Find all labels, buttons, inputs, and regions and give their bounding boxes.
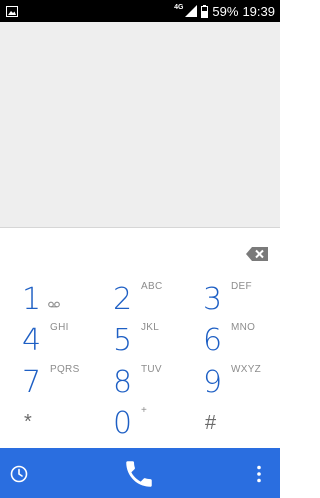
key-7[interactable]: 7 PQRS <box>22 363 114 403</box>
key-star[interactable]: * <box>24 402 116 442</box>
dialed-digits-field[interactable] <box>0 22 280 228</box>
key-3[interactable]: 3 DEF <box>203 280 295 320</box>
signal-icon <box>185 5 198 17</box>
clock-icon[interactable] <box>10 465 28 483</box>
more-vert-icon[interactable] <box>256 465 262 483</box>
key-letters: PQRS <box>50 364 80 375</box>
key-9[interactable]: 9 WXYZ <box>203 363 295 403</box>
key-digit: 0 <box>113 406 133 441</box>
status-bar: 4G 59% 19:39 <box>0 0 280 22</box>
key-5[interactable]: 5 JKL <box>113 321 205 361</box>
key-4[interactable]: 4 GHI <box>22 321 114 361</box>
key-letters: + <box>141 405 147 416</box>
key-digit: * <box>24 411 32 433</box>
key-2[interactable]: 2 ABC <box>113 280 205 320</box>
key-letters: MNO <box>231 322 256 333</box>
network-type-label: 4G <box>174 3 184 11</box>
key-letters: DEF <box>231 281 252 292</box>
battery-icon <box>201 4 209 18</box>
key-1[interactable]: 1 <box>22 280 114 320</box>
key-letters: JKL <box>141 322 160 333</box>
key-letters: WXYZ <box>231 364 262 375</box>
key-6[interactable]: 6 MNO <box>203 321 295 361</box>
key-digit: # <box>205 412 217 434</box>
voicemail-icon <box>48 301 60 308</box>
image-icon <box>6 5 18 17</box>
phone-icon[interactable] <box>122 457 156 491</box>
key-letters: TUV <box>141 364 162 375</box>
dialer-action-bar <box>0 448 280 498</box>
battery-percent: 59% <box>212 3 239 19</box>
key-letters: ABC <box>141 281 163 292</box>
key-0[interactable]: 0 + <box>113 404 205 444</box>
key-8[interactable]: 8 TUV <box>113 363 205 403</box>
backspace-icon[interactable] <box>246 247 268 261</box>
key-pound[interactable]: # <box>205 403 297 443</box>
key-digit: 1 <box>22 282 42 317</box>
key-letters: GHI <box>50 322 69 333</box>
status-time: 19:39 <box>242 3 275 19</box>
